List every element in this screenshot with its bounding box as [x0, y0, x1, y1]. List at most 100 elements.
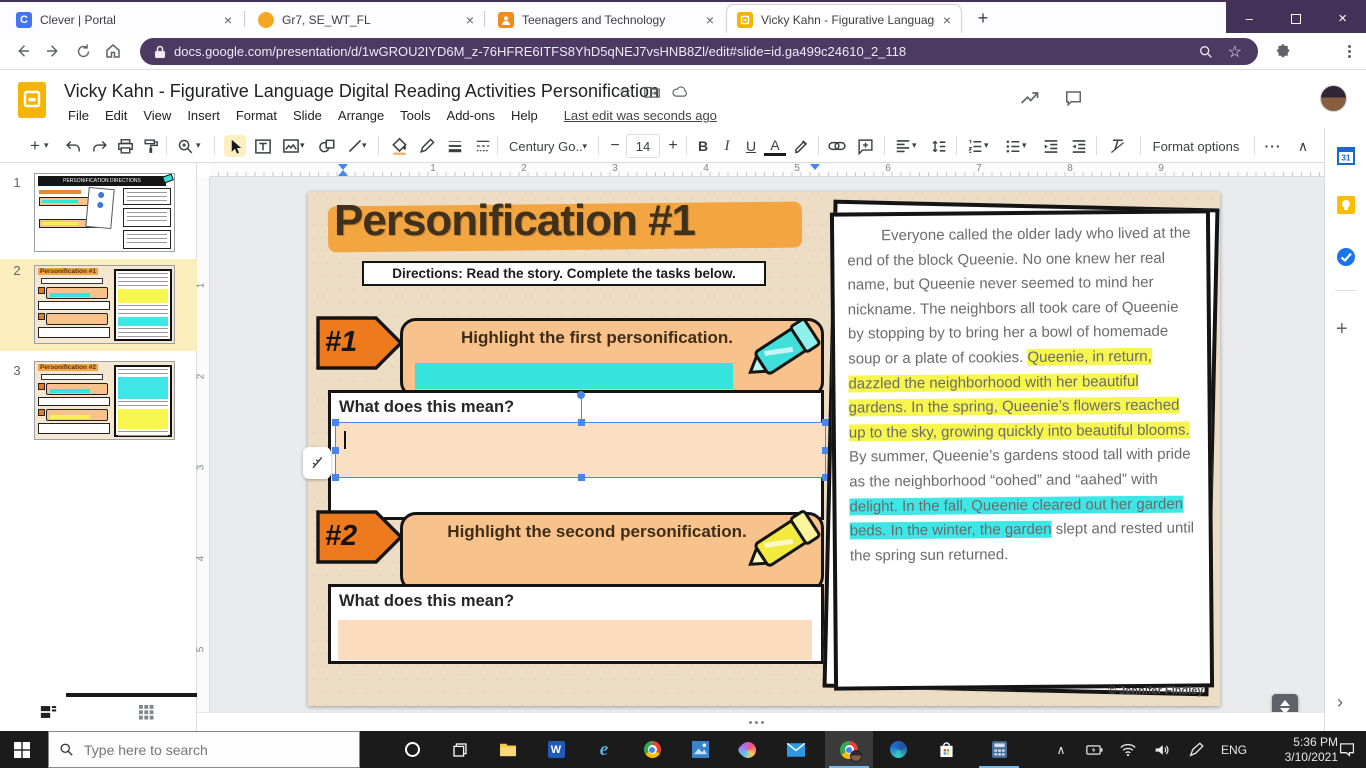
filmstrip-scrollbar[interactable] [66, 693, 197, 697]
browser-menu-dots-icon[interactable] [1334, 36, 1364, 66]
insert-shape-icon[interactable] [316, 135, 338, 157]
indent-marker-right[interactable] [810, 164, 820, 170]
align-dropdown-icon[interactable]: ▾ [912, 140, 917, 151]
task1-answer-textbox[interactable] [335, 422, 826, 478]
increase-font-size-button[interactable]: + [662, 135, 684, 157]
insert-link-icon[interactable] [826, 135, 848, 157]
line-spacing-icon[interactable] [928, 135, 950, 157]
clock[interactable]: 5:36 PM 3/10/2021 [1258, 735, 1338, 765]
word-button[interactable]: W [534, 731, 578, 768]
activity-trend-icon[interactable] [1020, 90, 1040, 106]
decrease-indent-icon[interactable] [1040, 135, 1062, 157]
language-indicator[interactable]: ENG [1214, 731, 1254, 768]
calculator-button[interactable] [975, 731, 1023, 768]
file-explorer-button[interactable] [486, 731, 530, 768]
photos-button[interactable] [678, 731, 722, 768]
zoom-icon[interactable] [174, 135, 196, 157]
minimize-button[interactable]: – [1226, 2, 1273, 35]
numbered-list-icon[interactable] [964, 135, 986, 157]
insert-comment-icon[interactable] [854, 135, 876, 157]
action-center-button[interactable] [1328, 731, 1366, 768]
menu-addons[interactable]: Add-ons [441, 106, 501, 125]
comments-icon[interactable] [1064, 89, 1083, 107]
new-slide-button[interactable]: + [24, 135, 46, 157]
start-button[interactable] [0, 731, 44, 768]
slide-thumbnail[interactable]: Personification #2 [34, 361, 175, 440]
maximize-button[interactable] [1273, 2, 1320, 35]
menu-file[interactable]: File [62, 106, 95, 125]
menu-slide[interactable]: Slide [287, 106, 328, 125]
volume-icon[interactable] [1146, 731, 1178, 768]
bold-icon[interactable]: B [692, 135, 714, 157]
tray-expand-icon[interactable]: ∧ [1046, 731, 1076, 768]
add-addon-button[interactable]: + [1336, 318, 1348, 341]
tab-slides-active[interactable]: Vicky Kahn - Figurative Language × [726, 4, 962, 35]
border-dash-icon[interactable] [472, 135, 494, 157]
image-dropdown-icon[interactable]: ▾ [300, 140, 305, 151]
move-folder-icon[interactable] [644, 85, 660, 98]
redo-icon[interactable] [88, 135, 110, 157]
close-tab-icon[interactable]: × [466, 12, 474, 28]
increase-indent-icon[interactable] [1068, 135, 1090, 157]
text-color-icon[interactable]: A [764, 136, 786, 156]
line-dropdown-icon[interactable]: ▾ [362, 140, 367, 151]
close-tab-icon[interactable]: × [224, 12, 232, 28]
toolbar-overflow-icon[interactable]: ··· [1262, 135, 1284, 157]
numbered-list-dropdown-icon[interactable]: ▾ [984, 140, 989, 151]
slide-thumbnail[interactable]: Personification #1 [34, 265, 175, 344]
tab-gr7[interactable]: Gr7, SE_WT_FL × [248, 4, 484, 35]
filmstrip-slide-1[interactable]: 1 PERSONIFICATION DIRECTIONS [0, 171, 197, 259]
underline-icon[interactable]: U [740, 135, 762, 157]
close-tab-icon[interactable]: × [943, 12, 951, 28]
notes-drag-handle[interactable] [749, 721, 764, 724]
close-window-button[interactable]: × [1319, 2, 1366, 35]
bulleted-list-dropdown-icon[interactable]: ▾ [1022, 140, 1027, 151]
task1-highlight-swatch[interactable] [415, 363, 733, 389]
filmstrip-slide-2-selected[interactable]: 2 Personification #1 [0, 259, 197, 351]
indent-marker-left[interactable] [338, 170, 348, 176]
slide-title[interactable]: Personification #1 [334, 196, 695, 246]
slides-logo[interactable] [18, 82, 46, 118]
edge-button[interactable] [876, 731, 920, 768]
zoom-dropdown-icon[interactable]: ▾ [196, 140, 201, 151]
taskbar-search[interactable] [48, 731, 360, 768]
horizontal-ruler[interactable]: 1 2 3 4 5 6 7 8 9 [210, 163, 1324, 177]
filmstrip-slide-3[interactable]: 3 Personification #2 [0, 359, 197, 447]
new-slide-dropdown-icon[interactable]: ▾ [44, 140, 49, 151]
menu-format[interactable]: Format [230, 106, 283, 125]
keep-icon[interactable] [1337, 196, 1355, 214]
menu-edit[interactable]: Edit [99, 106, 133, 125]
align-icon[interactable] [892, 135, 914, 157]
menu-help[interactable]: Help [505, 106, 544, 125]
insert-image-icon[interactable] [280, 135, 302, 157]
taskbar-search-input[interactable] [84, 742, 324, 758]
border-color-icon[interactable] [416, 135, 438, 157]
internet-explorer-button[interactable]: e [582, 731, 626, 768]
collapse-toolbar-icon[interactable]: ∧ [1292, 135, 1314, 157]
grid-view-button[interactable] [136, 703, 156, 721]
resize-handle-nw[interactable] [332, 419, 339, 426]
clear-formatting-icon[interactable] [1106, 135, 1128, 157]
fill-color-icon[interactable] [388, 135, 410, 157]
slide-canvas[interactable]: Personification #1 Directions: Read the … [210, 177, 1324, 712]
filmstrip-view-button[interactable] [38, 703, 58, 721]
text-box-icon[interactable] [252, 135, 274, 157]
bulleted-list-icon[interactable] [1002, 135, 1024, 157]
resize-handle-s[interactable] [578, 474, 585, 481]
bookmark-star-icon[interactable]: ☆ [1228, 42, 1242, 62]
paint3d-button[interactable] [726, 731, 770, 768]
tasks-icon[interactable] [1337, 248, 1355, 266]
document-title[interactable]: Vicky Kahn - Figurative Language Digital… [64, 81, 659, 102]
tab-teenagers[interactable]: Teenagers and Technology × [488, 4, 724, 35]
new-tab-button[interactable]: + [972, 7, 994, 29]
star-document-icon[interactable]: ☆ [618, 83, 631, 101]
chrome-button[interactable] [630, 731, 674, 768]
mail-button[interactable] [774, 731, 818, 768]
task-view-button[interactable] [438, 731, 482, 768]
story-segment-plain[interactable]: By summer, Queenie’s gardens stood tall … [849, 446, 1191, 491]
font-family-select[interactable]: Century Go... ▾ [505, 134, 591, 158]
close-tab-icon[interactable]: × [706, 12, 714, 28]
extensions-puzzle-icon[interactable] [1268, 36, 1298, 66]
reload-icon[interactable] [68, 36, 98, 66]
chrome-active-window-button[interactable] [825, 731, 873, 768]
